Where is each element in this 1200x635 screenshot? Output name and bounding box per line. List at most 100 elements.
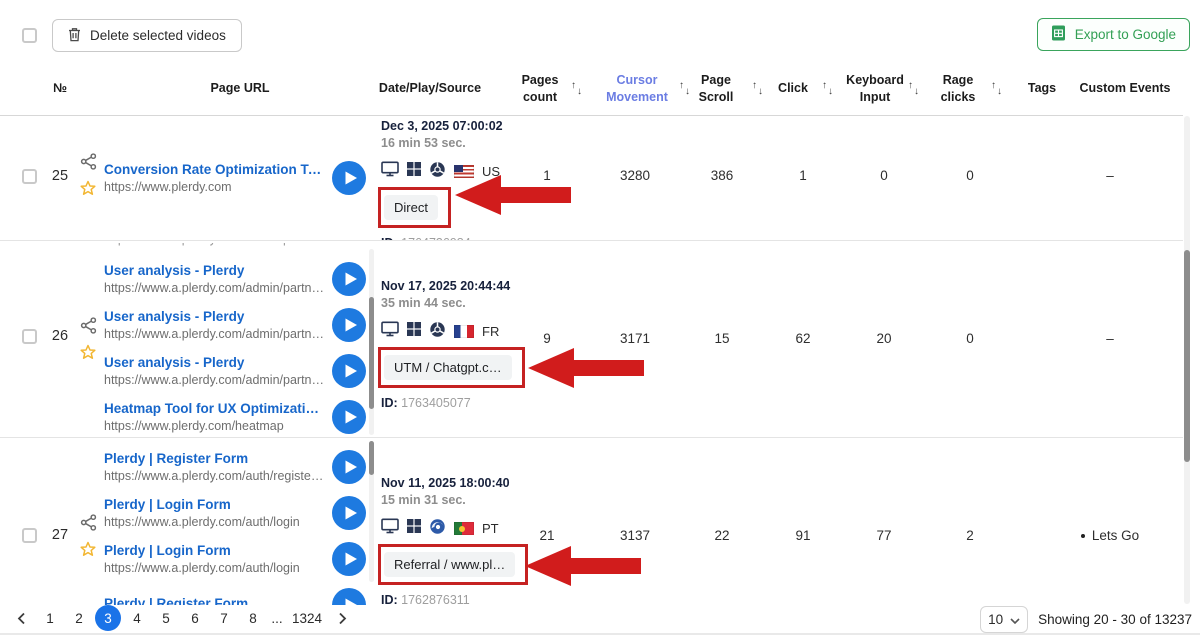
page-title-link[interactable]: Heatmap Tool for UX Optimization: Maxi… <box>104 401 326 416</box>
page-entry: User analysis - Plerdy https://www.a.ple… <box>104 256 366 302</box>
play-button[interactable] <box>332 496 366 530</box>
click-value: 91 <box>773 528 833 543</box>
column-header-rage-clicks[interactable]: Rage clicks <box>932 62 984 115</box>
column-header-custom-events: Custom Events <box>1070 62 1180 115</box>
table-row: 26 https://www.a.plerdy.com/admin/partne… <box>0 240 1183 438</box>
page-title-link[interactable]: User analysis - Plerdy <box>104 309 326 324</box>
row-checkbox[interactable] <box>22 528 37 543</box>
pagination-page-button[interactable]: 6 <box>182 605 208 631</box>
pages-count-value: 21 <box>517 528 577 543</box>
share-icon[interactable] <box>80 514 97 536</box>
star-icon[interactable] <box>80 180 96 201</box>
page-url-text: https://www.a.plerdy.com/auth/register?a… <box>104 469 326 483</box>
pagination-page-button-active[interactable]: 3 <box>95 605 121 631</box>
bullet-icon <box>1081 534 1085 538</box>
pagination-next-button[interactable] <box>329 605 355 631</box>
windows-icon <box>407 322 421 341</box>
play-button[interactable] <box>332 262 366 296</box>
table-row: 27 Plerdy | Register Form https://www.a.… <box>0 437 1183 605</box>
session-id: ID: 1762876311 <box>381 593 541 605</box>
page-title-link[interactable]: Plerdy | Register Form <box>104 596 326 605</box>
inner-scrollbar-track[interactable] <box>369 249 374 435</box>
page-title-link[interactable]: User analysis - Plerdy <box>104 263 326 278</box>
pagination-page-button[interactable]: 5 <box>153 605 179 631</box>
play-button[interactable] <box>332 161 366 195</box>
windows-icon <box>407 519 421 538</box>
page-entry: Conversion Rate Optimization Tools – Ple… <box>104 155 366 201</box>
country-code: PT <box>482 521 499 536</box>
share-icon[interactable] <box>80 153 97 175</box>
table-scrollbar-thumb[interactable] <box>1184 250 1190 462</box>
keyboard-input-value: 20 <box>854 331 914 346</box>
google-sheets-icon <box>1051 25 1066 44</box>
cursor-movement-value: 3137 <box>600 528 670 543</box>
export-to-google-button[interactable]: Export to Google <box>1037 18 1190 51</box>
column-header-keyboard-input[interactable]: Keyboard Input <box>840 62 910 115</box>
star-icon[interactable] <box>80 541 96 562</box>
pagination-ellipsis: ... <box>269 605 285 631</box>
pages-count-value: 9 <box>517 331 577 346</box>
delete-selected-button[interactable]: Delete selected videos <box>52 19 242 52</box>
inner-scrollbar-thumb[interactable] <box>369 297 374 409</box>
custom-events-value: – <box>1055 331 1165 346</box>
share-icon[interactable] <box>80 317 97 339</box>
traffic-source-chip[interactable]: Direct <box>384 195 438 220</box>
page-title-link[interactable]: Conversion Rate Optimization Tools – Ple… <box>104 162 326 177</box>
page-url-text: https://www.a.plerdy.com/admin/partners?… <box>104 327 326 341</box>
inner-scrollbar-track[interactable] <box>369 441 374 582</box>
play-button[interactable] <box>332 354 366 388</box>
windows-icon <box>407 162 421 181</box>
play-button[interactable] <box>332 588 366 605</box>
play-button[interactable] <box>332 450 366 484</box>
showing-range-text: Showing 20 - 30 of 13237 <box>1038 612 1192 627</box>
select-all-checkbox[interactable] <box>22 28 37 43</box>
sort-icon[interactable] <box>990 80 1006 100</box>
per-page-select[interactable]: 10 <box>980 606 1028 633</box>
column-header-pages-count[interactable]: Pages count <box>512 62 568 115</box>
row-checkbox[interactable] <box>22 329 37 344</box>
page-title-link[interactable]: Plerdy | Login Form <box>104 497 326 512</box>
sort-icon[interactable] <box>821 80 837 100</box>
column-header-page-scroll[interactable]: Page Scroll <box>691 62 741 115</box>
country-code: FR <box>482 324 499 339</box>
edge-browser-icon <box>429 518 446 540</box>
inner-scrollbar-thumb[interactable] <box>369 441 374 475</box>
sort-icon[interactable] <box>570 80 586 100</box>
pagination-prev-button[interactable] <box>8 605 34 631</box>
pagination-page-button[interactable]: 7 <box>211 605 237 631</box>
export-to-google-label: Export to Google <box>1075 27 1176 42</box>
row-number: 25 <box>46 168 74 184</box>
annotation-arrow <box>525 546 643 586</box>
pagination-page-button[interactable]: 8 <box>240 605 266 631</box>
chevron-down-icon <box>1010 612 1020 627</box>
play-button[interactable] <box>332 400 366 434</box>
page-title-link[interactable]: Plerdy | Register Form <box>104 451 326 466</box>
pagination-page-button[interactable]: 4 <box>124 605 150 631</box>
star-icon[interactable] <box>80 344 96 365</box>
column-header-cursor-movement[interactable]: Cursor Movement <box>594 62 680 115</box>
page-entry: Plerdy | Register Form https://www.a.ple… <box>104 444 366 490</box>
chrome-icon <box>429 161 446 183</box>
pagination-page-button[interactable]: 2 <box>66 605 92 631</box>
play-button[interactable] <box>332 542 366 576</box>
session-duration: 35 min 44 sec. <box>381 296 541 310</box>
page-title-link[interactable]: Plerdy | Login Form <box>104 543 326 558</box>
annotation-red-box: Referral / www.pl… <box>378 544 528 585</box>
play-button[interactable] <box>332 308 366 342</box>
sort-icon[interactable] <box>751 80 767 100</box>
traffic-source-chip[interactable]: Referral / www.pl… <box>384 552 515 577</box>
click-value: 62 <box>773 331 833 346</box>
sort-icon[interactable] <box>907 80 923 100</box>
column-header-click[interactable]: Click <box>768 62 818 115</box>
page-url-text: https://www.a.plerdy.com/auth/login <box>104 515 326 529</box>
pagination-page-button[interactable]: 1 <box>37 605 63 631</box>
rage-clicks-value: 0 <box>940 168 1000 183</box>
cursor-movement-value: 3171 <box>600 331 670 346</box>
page-url-text: https://www.plerdy.com/heatmap <box>104 419 326 433</box>
column-header-number: № <box>40 62 80 115</box>
pagination-last-page-button[interactable]: 1324 <box>288 605 326 631</box>
page-title-link[interactable]: User analysis - Plerdy <box>104 355 326 370</box>
table-scrollbar-track[interactable] <box>1184 116 1190 604</box>
row-checkbox[interactable] <box>22 169 37 184</box>
traffic-source-chip[interactable]: UTM / Chatgpt.c… <box>384 355 512 380</box>
